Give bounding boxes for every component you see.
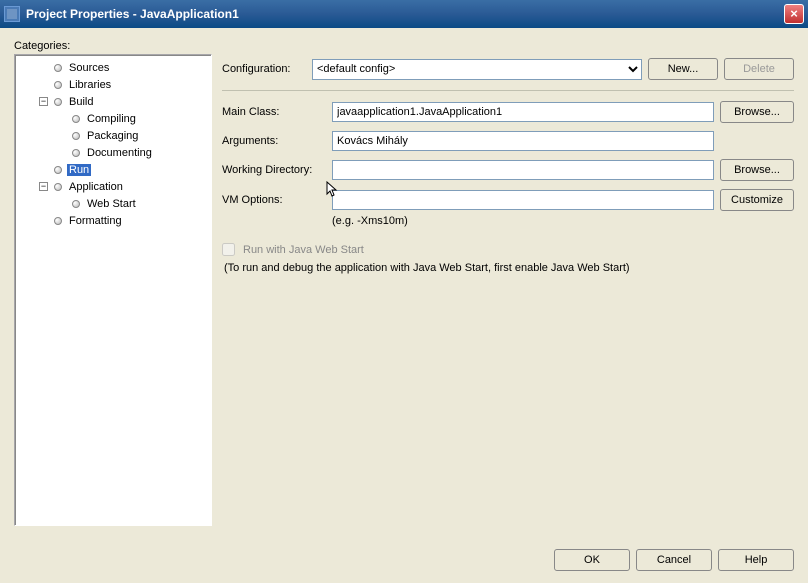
tree-label-documenting: Documenting bbox=[85, 147, 154, 159]
tree-label-build: Build bbox=[67, 96, 95, 108]
tree-item-documenting[interactable]: Documenting bbox=[17, 144, 209, 161]
categories-label: Categories: bbox=[14, 40, 794, 52]
bullet-icon bbox=[72, 132, 80, 140]
tree-item-sources[interactable]: Sources bbox=[17, 59, 209, 76]
tree-item-run[interactable]: Run bbox=[17, 161, 209, 178]
tree-label-libraries: Libraries bbox=[67, 79, 113, 91]
main-class-label: Main Class: bbox=[222, 106, 326, 118]
vm-options-label: VM Options: bbox=[222, 194, 326, 206]
configuration-select[interactable]: <default config> bbox=[312, 59, 642, 80]
bullet-icon bbox=[72, 200, 80, 208]
ok-button[interactable]: OK bbox=[554, 549, 630, 571]
working-directory-input[interactable] bbox=[332, 160, 714, 180]
close-icon[interactable]: × bbox=[784, 4, 804, 24]
new-config-button[interactable]: New... bbox=[648, 58, 718, 80]
dialog-footer: OK Cancel Help bbox=[554, 549, 794, 571]
bullet-icon bbox=[54, 81, 62, 89]
bullet-icon bbox=[72, 149, 80, 157]
tree-item-application[interactable]: − Application bbox=[17, 178, 209, 195]
browse-main-class-button[interactable]: Browse... bbox=[720, 101, 794, 123]
tree-item-webstart[interactable]: Web Start bbox=[17, 195, 209, 212]
delete-config-button: Delete bbox=[724, 58, 794, 80]
tree-label-sources: Sources bbox=[67, 62, 111, 74]
vm-options-input[interactable] bbox=[332, 190, 714, 210]
main-class-input[interactable] bbox=[332, 102, 714, 122]
tree-item-compiling[interactable]: Compiling bbox=[17, 110, 209, 127]
working-directory-label: Working Directory: bbox=[222, 164, 326, 176]
cancel-button[interactable]: Cancel bbox=[636, 549, 712, 571]
bullet-icon bbox=[54, 217, 62, 225]
tree-label-packaging: Packaging bbox=[85, 130, 140, 142]
run-with-webstart-checkbox bbox=[222, 243, 235, 256]
tree-item-formatting[interactable]: Formatting bbox=[17, 212, 209, 229]
bullet-icon bbox=[54, 183, 62, 191]
collapse-icon[interactable]: − bbox=[39, 182, 48, 191]
run-with-webstart-label: Run with Java Web Start bbox=[243, 244, 364, 256]
tree-label-webstart: Web Start bbox=[85, 198, 138, 210]
configuration-label: Configuration: bbox=[222, 63, 306, 75]
browse-workdir-button[interactable]: Browse... bbox=[720, 159, 794, 181]
window-title: Project Properties - JavaApplication1 bbox=[26, 7, 784, 21]
customize-button[interactable]: Customize bbox=[720, 189, 794, 211]
vm-options-hint: (e.g. -Xms10m) bbox=[332, 215, 714, 227]
tree-label-formatting: Formatting bbox=[67, 215, 124, 227]
tree-label-application: Application bbox=[67, 181, 125, 193]
bullet-icon bbox=[54, 64, 62, 72]
tree-item-packaging[interactable]: Packaging bbox=[17, 127, 209, 144]
bullet-icon bbox=[72, 115, 80, 123]
categories-tree[interactable]: Sources Libraries − Build Compiling Pack… bbox=[14, 54, 212, 526]
bullet-icon bbox=[54, 166, 62, 174]
arguments-label: Arguments: bbox=[222, 135, 326, 147]
tree-label-run: Run bbox=[67, 164, 91, 176]
title-bar: Project Properties - JavaApplication1 × bbox=[0, 0, 808, 28]
tree-item-libraries[interactable]: Libraries bbox=[17, 76, 209, 93]
help-button[interactable]: Help bbox=[718, 549, 794, 571]
collapse-icon[interactable]: − bbox=[39, 97, 48, 106]
arguments-input[interactable] bbox=[332, 131, 714, 151]
app-icon bbox=[4, 6, 20, 22]
webstart-note: (To run and debug the application with J… bbox=[222, 262, 794, 274]
tree-label-compiling: Compiling bbox=[85, 113, 138, 125]
bullet-icon bbox=[54, 98, 62, 106]
run-settings-panel: Configuration: <default config> New... D… bbox=[222, 54, 794, 526]
tree-item-build[interactable]: − Build bbox=[17, 93, 209, 110]
